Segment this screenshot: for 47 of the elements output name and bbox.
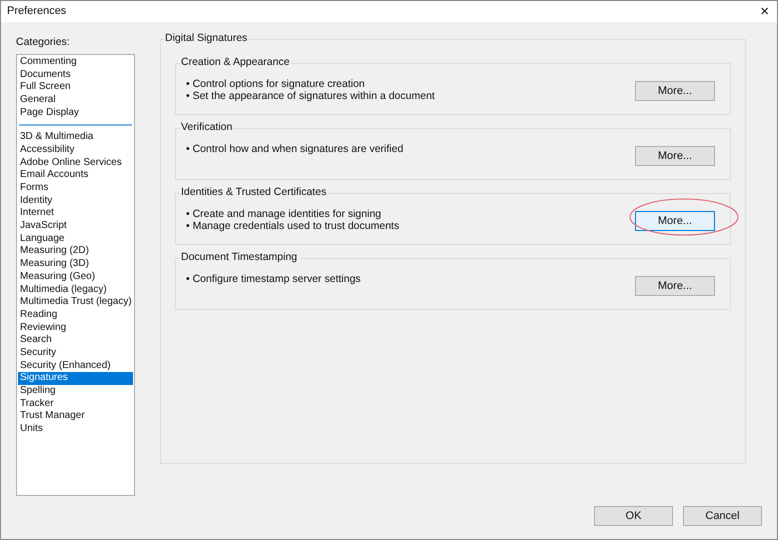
dialog-button[interactable]: OK <box>594 506 673 526</box>
more-button[interactable]: More... <box>635 146 715 166</box>
more-button[interactable]: More... <box>635 210 715 231</box>
category-item[interactable]: Signatures <box>18 372 133 386</box>
category-item[interactable]: Multimedia Trust (legacy) <box>18 296 133 309</box>
category-item[interactable]: JavaScript <box>18 220 133 233</box>
bullet-text: • Manage credentials used to trust documents <box>186 220 400 232</box>
category-item[interactable]: Internet <box>18 207 133 220</box>
category-item[interactable]: Forms <box>18 182 133 195</box>
category-item[interactable]: Security <box>18 346 133 360</box>
categories-label: Categories: <box>16 34 71 49</box>
category-item[interactable]: Multimedia (legacy) <box>18 284 133 296</box>
category-item[interactable]: Identity <box>18 194 133 208</box>
category-item[interactable]: Commenting <box>18 56 133 69</box>
category-item[interactable]: Accessibility <box>18 144 133 157</box>
category-item[interactable]: Units <box>18 423 133 436</box>
category-item[interactable]: Measuring (Geo) <box>18 270 133 284</box>
category-item[interactable]: Spelling <box>18 385 133 398</box>
close-button[interactable]: × <box>760 4 769 19</box>
category-item[interactable]: Reading <box>18 308 133 322</box>
bullet-text: • Control options for signature creation <box>186 78 366 90</box>
category-item[interactable]: Documents <box>18 68 133 82</box>
category-item[interactable]: Email Accounts <box>18 169 133 182</box>
more-button[interactable]: More... <box>635 276 715 296</box>
bullet-text: • Create and manage identities for signing <box>186 208 382 220</box>
category-item[interactable]: Measuring (2D) <box>18 245 133 258</box>
bullet-text: • Configure timestamp server settings <box>186 272 361 285</box>
category-item[interactable]: Page Display <box>18 106 133 120</box>
window-title: Preferences <box>7 4 66 20</box>
more-button[interactable]: More... <box>635 80 715 101</box>
dialog-button[interactable]: Cancel <box>683 506 762 526</box>
bullet-text: • Control how and when signatures are verified <box>186 142 404 155</box>
category-item[interactable]: Trust Manager <box>18 410 133 424</box>
category-item[interactable]: Language <box>18 232 133 246</box>
panel-title: Digital Signatures <box>164 30 248 45</box>
category-item[interactable]: Adobe Online Services <box>18 156 133 170</box>
category-item[interactable]: Tracker <box>18 398 133 410</box>
bullet-text: • Set the appearance of signatures within a document <box>186 90 435 102</box>
category-item[interactable]: Search <box>18 334 133 347</box>
section-title: Creation & Appearance <box>180 54 291 69</box>
category-item[interactable]: Security (Enhanced) <box>18 360 133 372</box>
category-item[interactable]: Measuring (3D) <box>18 258 133 271</box>
category-item[interactable]: 3D & Multimedia <box>18 131 133 144</box>
category-item[interactable]: General <box>18 94 133 107</box>
section-title: Document Timestamping <box>180 250 298 264</box>
category-item[interactable]: Full Screen <box>18 81 133 94</box>
category-item[interactable]: Reviewing <box>18 322 133 334</box>
